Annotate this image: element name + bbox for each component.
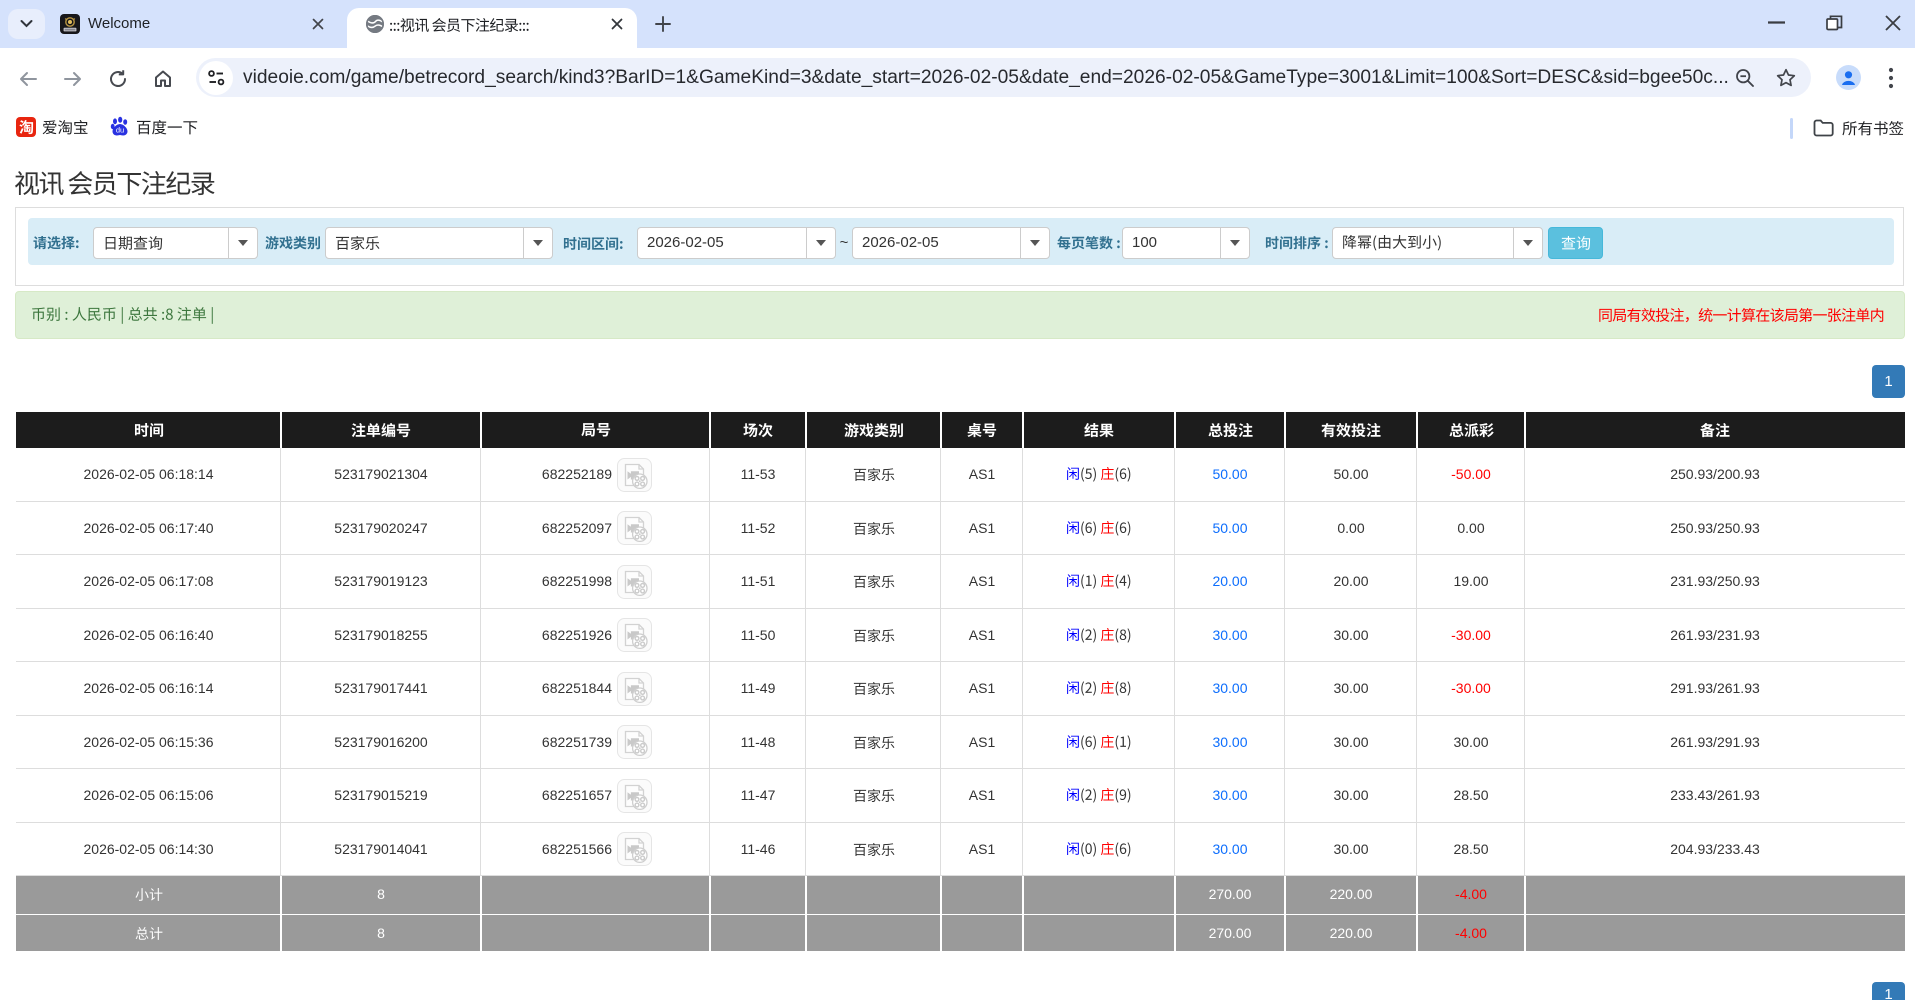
svg-text:du: du [116,126,124,135]
